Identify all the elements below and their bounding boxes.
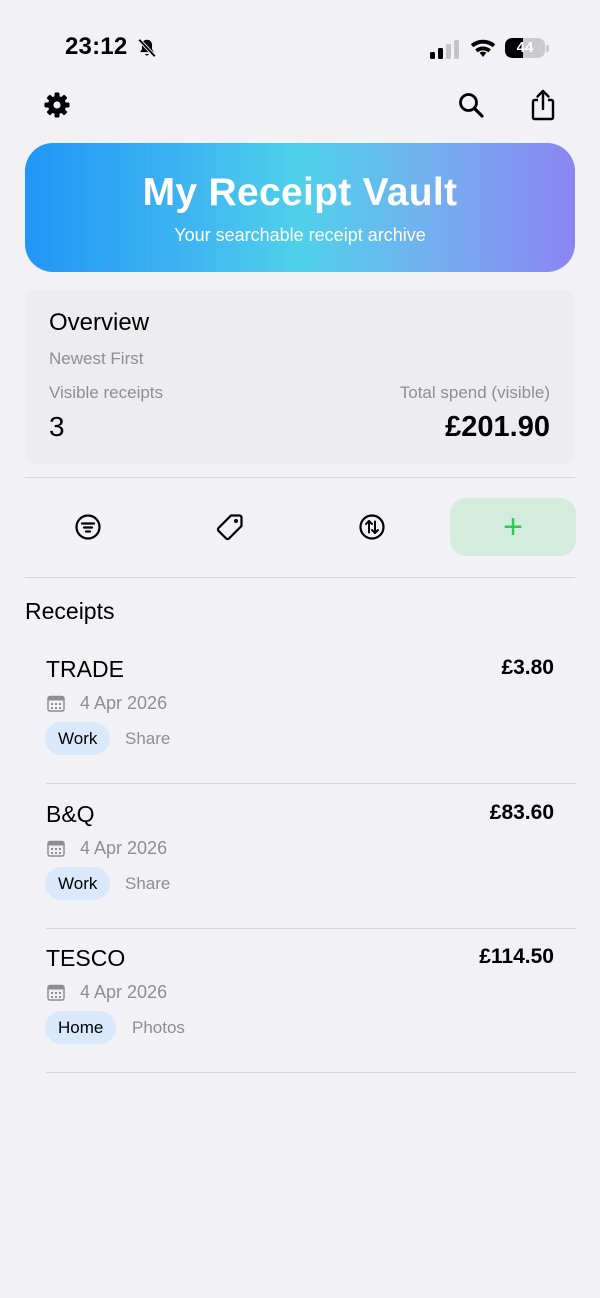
- gear-icon: [44, 92, 70, 118]
- overview-title: Overview: [49, 309, 150, 336]
- sort-order-label: Newest First: [49, 349, 144, 368]
- tag-chip[interactable]: Work: [45, 722, 111, 755]
- total-spend-label: Total spend (visible): [399, 383, 550, 402]
- divider: [25, 477, 575, 478]
- battery-body: 44: [505, 38, 545, 58]
- receipt-merchant: TRADE: [46, 656, 124, 682]
- receipt-merchant: TESCO: [46, 945, 126, 971]
- banner-title: My Receipt Vault: [142, 171, 458, 214]
- receipt-amount: £114.50: [479, 945, 554, 968]
- visible-receipts-label: Visible receipts: [49, 383, 164, 402]
- tag-icon: [216, 514, 243, 541]
- receipts-section-title: Receipts: [25, 598, 115, 624]
- receipt-amount: £3.80: [501, 656, 554, 679]
- share-button[interactable]: [526, 88, 560, 122]
- receipt-source-label: Share: [125, 874, 171, 893]
- receipt-date: 4 Apr 2026: [80, 982, 168, 1002]
- calendar-icon: [47, 984, 65, 1001]
- row-divider: [46, 1072, 576, 1073]
- sort-arrows-icon: [358, 514, 385, 540]
- status-time: 23:12: [65, 33, 128, 60]
- receipt-amount: £83.60: [489, 801, 554, 824]
- battery-icon: 44: [505, 37, 549, 59]
- cellular-signal-icon: [430, 40, 459, 59]
- receipt-source-label: Share: [125, 729, 171, 748]
- hero-banner: My Receipt Vault Your searchable receipt…: [25, 143, 575, 272]
- overview-card: Overview Newest First Visible receipts 3…: [25, 289, 575, 464]
- battery-tip: [546, 45, 549, 52]
- magnifier-icon: [459, 93, 484, 118]
- receipt-date: 4 Apr 2026: [80, 693, 168, 713]
- receipt-row[interactable]: B&Q £83.60 4 Apr 2026 Work Share: [45, 785, 576, 929]
- calendar-icon: [47, 840, 65, 857]
- search-button[interactable]: [454, 88, 488, 122]
- bell-slash-icon: [137, 38, 157, 58]
- settings-button[interactable]: [40, 88, 74, 122]
- tags-button[interactable]: [167, 498, 292, 556]
- receipt-row[interactable]: TRADE £3.80 4 Apr 2026 Work Share: [45, 640, 576, 784]
- total-spend-value: £201.90: [445, 411, 550, 443]
- receipt-merchant: B&Q: [46, 801, 95, 827]
- battery-level: 44: [516, 39, 534, 56]
- add-receipt-button[interactable]: +: [450, 498, 576, 556]
- filter-icon: [74, 514, 101, 540]
- row-divider: [46, 783, 576, 784]
- tag-chip[interactable]: Work: [45, 867, 111, 900]
- visible-receipts-count: 3: [49, 411, 65, 442]
- filter-button[interactable]: [25, 498, 150, 556]
- receipt-row[interactable]: TESCO £114.50 4 Apr 2026 Home Photos: [45, 929, 576, 1073]
- wifi-icon: [470, 39, 496, 57]
- tag-chip[interactable]: Home: [45, 1011, 117, 1044]
- receipt-source-label: Photos: [132, 1018, 185, 1037]
- plus-icon: +: [503, 508, 523, 546]
- calendar-icon: [47, 695, 65, 712]
- receipt-date: 4 Apr 2026: [80, 838, 168, 858]
- divider: [25, 577, 575, 578]
- banner-subtitle: Your searchable receipt archive: [174, 225, 426, 245]
- share-icon: [531, 89, 555, 121]
- status-bar: 23:12 44: [0, 0, 600, 90]
- sort-button[interactable]: [309, 498, 434, 556]
